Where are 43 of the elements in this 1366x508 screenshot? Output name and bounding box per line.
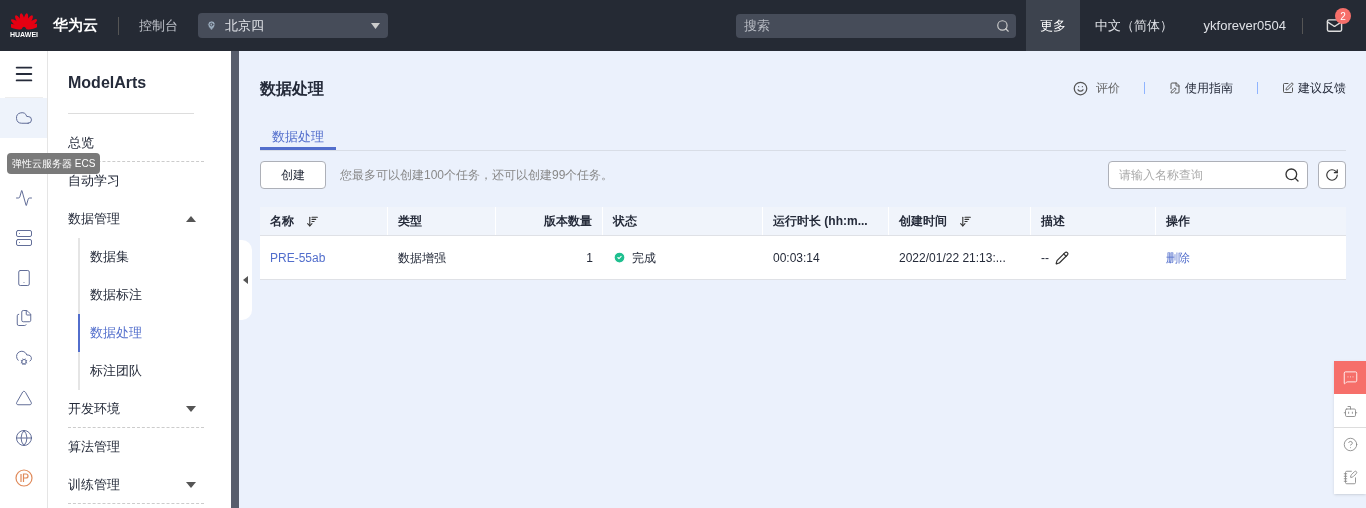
- region-select[interactable]: 北京四: [198, 13, 388, 38]
- sidebar-title: ModelArts: [68, 51, 194, 114]
- nav-subitem[interactable]: 数据集: [78, 238, 211, 276]
- nav-item[interactable]: 算法管理: [68, 436, 120, 457]
- user-menu[interactable]: ykforever0504: [1187, 0, 1302, 51]
- column-header: 版本数量: [496, 207, 603, 235]
- nav-subitem[interactable]: 数据处理: [78, 314, 211, 352]
- nav-subitem[interactable]: 标注团队: [78, 352, 211, 390]
- table-cell-text: 2022/01/22 21:13:...: [899, 249, 1006, 267]
- brand-name[interactable]: 华为云: [53, 14, 98, 37]
- task-name-link[interactable]: PRE-55ab: [270, 248, 326, 267]
- table-cell-text: 数据增强: [398, 249, 446, 267]
- table-cell-text: --: [1041, 249, 1049, 267]
- column-header: 操作: [1165, 213, 1191, 230]
- more-menu[interactable]: 更多: [1025, 0, 1080, 51]
- tooltip: 弹性云服务器 ECS: [7, 153, 101, 174]
- header-link[interactable]: 建议反馈: [1282, 79, 1346, 97]
- table-cell-text: 00:03:14: [773, 249, 820, 267]
- column-header: 运行时长 (hh:m...: [763, 207, 889, 235]
- column-header: 状态: [603, 207, 763, 235]
- table-cell-text: 完成: [632, 249, 656, 267]
- nav-item[interactable]: 数据管理: [68, 208, 120, 229]
- column-header: 描述: [1031, 207, 1156, 235]
- quota-note: 您最多可以创建100个任务，还可以创建99个任务。: [340, 167, 614, 184]
- mail-badge: 2: [1335, 8, 1351, 24]
- column-header: 类型: [388, 207, 496, 235]
- nav-item[interactable]: 总览: [68, 132, 94, 153]
- tab[interactable]: 数据处理: [260, 127, 336, 150]
- table-cell-text: 1: [586, 249, 593, 267]
- create-button[interactable]: 创建: [260, 161, 326, 189]
- nav-item[interactable]: 开发环境: [68, 398, 120, 419]
- header-link[interactable]: 评价: [1073, 79, 1120, 97]
- column-header[interactable]: 创建时间: [889, 207, 1031, 235]
- console-link[interactable]: 控制台: [139, 15, 178, 36]
- delete-link[interactable]: 删除: [1166, 248, 1190, 267]
- name-search-field[interactable]: 请输入名称查询: [1108, 161, 1308, 189]
- header-link[interactable]: 使用指南: [1169, 79, 1233, 97]
- page-title: 数据处理: [260, 79, 324, 99]
- search-field[interactable]: 搜索: [735, 13, 1016, 38]
- nav-item[interactable]: 训练管理: [68, 474, 120, 495]
- column-header[interactable]: 名称: [260, 207, 388, 235]
- language-menu[interactable]: 中文（简体）: [1079, 0, 1188, 51]
- nav-subitem[interactable]: 数据标注: [78, 276, 211, 314]
